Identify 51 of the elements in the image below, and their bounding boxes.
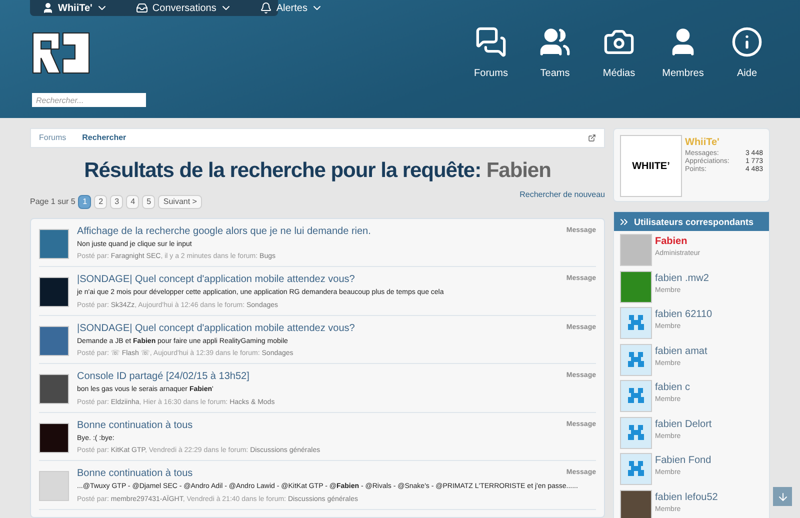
thread-title[interactable]: Affichage de la recherche google alors que je ne lui demande rien.	[77, 226, 371, 238]
user-icon	[42, 2, 54, 14]
scroll-down-button[interactable]	[773, 487, 792, 506]
member-name[interactable]: fabien amat	[655, 344, 708, 358]
nav-tab[interactable]: Forums	[468, 26, 514, 81]
bell-icon	[260, 2, 272, 14]
page-button[interactable]: 2	[94, 194, 108, 208]
nav-tab[interactable]: Membres	[660, 26, 706, 81]
search-again-link[interactable]: Rechercher de nouveau	[520, 188, 605, 200]
page-button[interactable]: 4	[126, 194, 140, 208]
page-title: Résultats de la recherche pour la requête: Fabien	[83, 158, 552, 184]
default-avatar-icon	[626, 422, 646, 442]
thread-title[interactable]: |SONDAGE| Quel concept d'application mobile attendez vous?	[77, 274, 355, 286]
panel-title: Utilisateurs correspondants	[634, 216, 754, 228]
next-page-button[interactable]: Suivant >	[158, 194, 202, 208]
page-button[interactable]: 5	[142, 194, 156, 208]
thread-title[interactable]: |SONDAGE| Quel concept d'application mobile attendez vous?	[77, 322, 355, 334]
default-avatar-icon	[626, 313, 646, 333]
visitor-avatar: WHIITE’	[620, 135, 682, 197]
member-name[interactable]: fabien Delort	[655, 416, 712, 432]
search-field[interactable]: Rechercher...	[32, 93, 146, 107]
nav-tab[interactable]: Aide	[724, 26, 770, 81]
member-name[interactable]: fabien .mw2	[655, 270, 709, 286]
member-name[interactable]: fabien 62110	[655, 307, 712, 322]
member-name[interactable]: fabien c	[655, 380, 690, 395]
nav-tab[interactable]: Médias	[596, 26, 642, 81]
user-menu[interactable]: WhiiTe'	[42, 0, 108, 16]
page-count: Page 1 sur 5	[30, 196, 76, 208]
group-icon	[539, 26, 571, 58]
arrow-down-icon	[776, 490, 788, 502]
default-avatar-icon	[626, 459, 646, 479]
member-name[interactable]: Fabien	[655, 234, 700, 249]
thread-title[interactable]: Bonne continuation à tous	[77, 420, 193, 432]
thread-title[interactable]: Bonne continuation à tous	[77, 468, 193, 480]
nav-tab[interactable]: Teams	[532, 26, 578, 81]
breadcrumb-link[interactable]: Forums	[39, 132, 66, 144]
breadcrumb-link[interactable]: Rechercher	[82, 132, 126, 144]
page-button[interactable]: 1	[78, 194, 92, 208]
default-avatar-icon	[626, 386, 646, 406]
inbox-icon	[136, 2, 148, 14]
external-link-icon	[588, 134, 596, 142]
info-icon	[731, 26, 763, 58]
page-button[interactable]: 3	[110, 194, 124, 208]
chat-bubbles-icon	[475, 26, 507, 58]
top-menu-item[interactable]: Alertes	[260, 0, 324, 16]
thread-title[interactable]: Console ID partagé [24/02/15 à 13h52]	[77, 371, 250, 383]
member-name[interactable]: Fabien Fond	[655, 453, 712, 468]
top-menu-item[interactable]: Conversations	[136, 0, 232, 16]
member-name[interactable]: fabien lefou52	[655, 490, 718, 504]
site-logo	[32, 32, 90, 74]
default-avatar-icon	[626, 350, 646, 370]
